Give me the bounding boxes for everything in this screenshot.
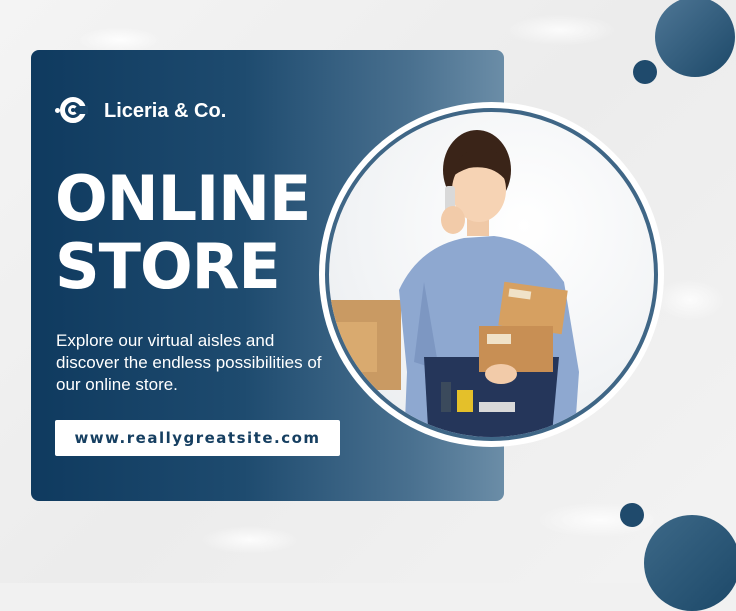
website-url-button[interactable]: www.reallygreatsite.com [55,420,340,456]
page-title: ONLINE STORE [55,162,311,303]
description: Explore our virtual aisles and discover … [56,331,322,394]
brand: Liceria & Co. [55,95,227,135]
decorative-dot-top [633,60,657,84]
decorative-circle-bottom-right [644,515,736,611]
brand-name: Liceria & Co. [104,99,227,122]
woman-with-boxes-photo [325,108,658,441]
photo-frame [319,102,664,447]
brand-logo-icon [55,95,96,135]
decorative-dot-bottom [620,503,644,527]
photo-illustration [329,130,579,437]
website-url-label: www.reallygreatsite.com [74,429,321,447]
headline-line-1: ONLINE [55,162,311,235]
decorative-circle-top-right [655,0,735,77]
headline-line-2: STORE [55,230,281,303]
